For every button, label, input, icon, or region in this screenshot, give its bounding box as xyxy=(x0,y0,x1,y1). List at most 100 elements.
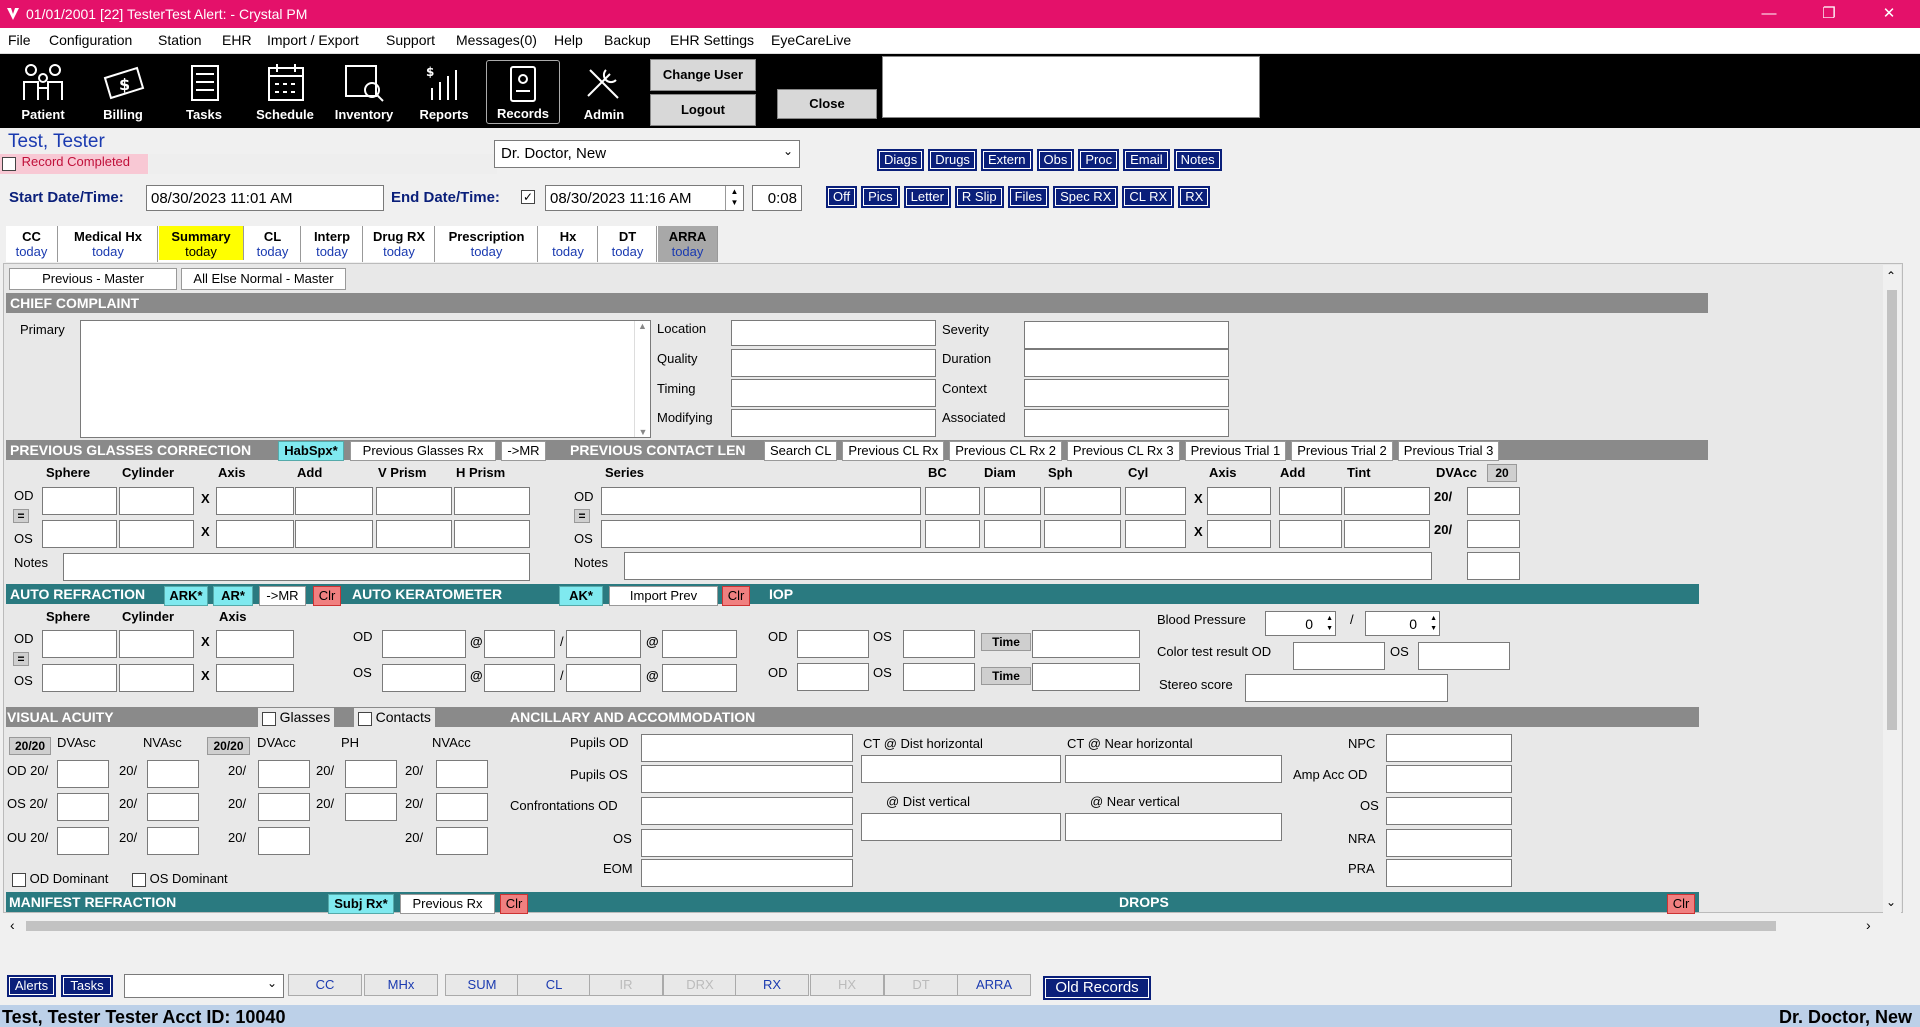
footer-tab-cl[interactable]: CL xyxy=(517,974,591,996)
ar-os-field-0[interactable] xyxy=(42,664,117,692)
quick-extern-button[interactable]: Extern xyxy=(980,149,1033,171)
associated-input[interactable] xyxy=(1024,409,1229,437)
ar-od-field-0[interactable] xyxy=(42,630,117,658)
tab-prescription[interactable]: Prescription today xyxy=(436,226,538,262)
glasses-os-field-3[interactable] xyxy=(295,520,373,548)
stereo-score-input[interactable] xyxy=(1245,674,1448,702)
bp-systolic-input[interactable]: 0 ▲ ▼ xyxy=(1265,611,1336,636)
eom-input[interactable] xyxy=(641,859,853,887)
cl-od-field-7[interactable] xyxy=(1344,487,1430,515)
glasses-os-field-5[interactable] xyxy=(454,520,530,548)
end-date-input[interactable]: 08/30/2023 11:16 AM ▲ ▼ xyxy=(545,185,744,211)
location-input[interactable] xyxy=(731,320,936,346)
cl-od-field-6[interactable] xyxy=(1279,487,1342,515)
iop-od-input[interactable] xyxy=(797,630,869,658)
footer-tab-dt[interactable]: DT xyxy=(884,974,958,996)
ak-od-field-1[interactable] xyxy=(484,630,555,658)
glasses-os-field-2[interactable] xyxy=(216,520,294,548)
amp-acc-os-input[interactable] xyxy=(1386,797,1512,825)
footer-select[interactable]: ⌄ xyxy=(124,974,284,998)
cl-notes-input[interactable] xyxy=(624,552,1432,580)
glasses-notes-input[interactable] xyxy=(63,553,530,581)
glasses-toggle[interactable]: Glasses xyxy=(258,708,335,727)
habspx-button[interactable]: HabSpx* xyxy=(278,441,344,461)
tab-hx[interactable]: Hx today xyxy=(539,226,598,262)
context-input[interactable] xyxy=(1024,379,1229,407)
previous-master-button[interactable]: Previous - Master xyxy=(9,268,177,290)
ak-od-field-3[interactable] xyxy=(662,630,737,658)
cl-od-field-0[interactable] xyxy=(601,487,921,515)
ak-os-field-3[interactable] xyxy=(662,664,737,692)
confrontations-os-input[interactable] xyxy=(641,829,853,857)
os-dominant-checkbox[interactable] xyxy=(132,872,146,887)
quick-letter-button[interactable]: Letter xyxy=(903,186,951,208)
tab-interp[interactable]: Interp today xyxy=(302,226,363,262)
ar-copy-button[interactable]: = xyxy=(13,652,29,666)
quick-obs-button[interactable]: Obs xyxy=(1036,149,1075,171)
va-ph-0[interactable] xyxy=(345,760,397,788)
change-user-button[interactable]: Change User xyxy=(650,59,756,91)
footer-tab-hx[interactable]: HX xyxy=(810,974,884,996)
tab-cc[interactable]: CC today xyxy=(6,226,58,262)
va-nvacc-2[interactable] xyxy=(436,827,488,855)
end-date-spinner[interactable]: ▲ ▼ xyxy=(725,186,743,210)
glasses-od-field-1[interactable] xyxy=(119,487,194,515)
ak-od-field-2[interactable] xyxy=(566,630,641,658)
va-nvasc-2[interactable] xyxy=(147,827,199,855)
logout-button[interactable]: Logout xyxy=(650,94,756,126)
contacts-toggle[interactable]: Contacts xyxy=(354,708,435,727)
ak-od-field-0[interactable] xyxy=(382,630,466,658)
va-2020-button[interactable]: 20/20 xyxy=(9,737,51,755)
primary-complaint-textarea[interactable]: ▲ ▼ xyxy=(80,320,651,438)
scroll-down-icon[interactable]: ⌄ xyxy=(1886,895,1896,909)
cl-os-dvacc-input[interactable] xyxy=(1467,520,1520,548)
iop-time2-input[interactable] xyxy=(1032,663,1140,691)
quick-email-button[interactable]: Email xyxy=(1123,149,1170,171)
timing-input[interactable] xyxy=(731,379,936,407)
color-test-od-input[interactable] xyxy=(1293,642,1385,670)
ar-button[interactable]: AR* xyxy=(213,586,253,606)
va-dvasc-2[interactable] xyxy=(57,827,109,855)
menu-messages[interactable]: Messages(0) xyxy=(456,32,537,48)
va-nvacc-1[interactable] xyxy=(436,793,488,821)
close-button[interactable]: Close xyxy=(777,89,877,119)
menu-eyecarelive[interactable]: EyeCareLive xyxy=(771,32,851,48)
ak-button[interactable]: AK* xyxy=(559,586,603,606)
od-dominant-checkbox[interactable] xyxy=(12,872,26,887)
scroll-thumb[interactable] xyxy=(1887,290,1897,730)
iop-time-button[interactable]: Time xyxy=(981,633,1031,651)
cl-previous-trial-1-button[interactable]: Previous Trial 1 xyxy=(1184,441,1287,461)
glasses-od-field-5[interactable] xyxy=(454,487,530,515)
cl-previous-cl-rx-button[interactable]: Previous CL Rx xyxy=(842,441,945,461)
footer-tab-arra[interactable]: ARRA xyxy=(957,974,1031,996)
os-dominant[interactable]: OS Dominant xyxy=(132,871,228,887)
quick-diags-button[interactable]: Diags xyxy=(877,149,925,171)
glasses-od-field-3[interactable] xyxy=(295,487,373,515)
quick-off-button[interactable]: Off xyxy=(826,186,858,208)
horizontal-scrollbar[interactable]: ‹ › xyxy=(4,917,1884,935)
pra-input[interactable] xyxy=(1386,859,1512,887)
cl-search-cl-button[interactable]: Search CL xyxy=(764,441,838,461)
end-date-checkbox[interactable]: ✓ xyxy=(521,190,535,204)
cl-os-field-1[interactable] xyxy=(925,520,980,548)
start-date-input[interactable]: 08/30/2023 11:01 AM xyxy=(146,185,384,211)
tasks-button[interactable]: Tasks xyxy=(169,60,239,124)
ar-clear-button[interactable]: Clr xyxy=(313,586,341,606)
bp-diastolic-input[interactable]: 0 ▲ ▼ xyxy=(1365,611,1440,636)
cl-os-field-2[interactable] xyxy=(984,520,1041,548)
cl-previous-trial-3-button[interactable]: Previous Trial 3 xyxy=(1397,441,1500,461)
ak-os-field-0[interactable] xyxy=(382,664,466,692)
cl-os-field-7[interactable] xyxy=(1344,520,1430,548)
va-ph-1[interactable] xyxy=(345,793,397,821)
footer-tab-drx[interactable]: DRX xyxy=(663,974,737,996)
quick-pics-button[interactable]: Pics xyxy=(861,186,900,208)
cl-od-field-1[interactable] xyxy=(925,487,980,515)
menu-backup[interactable]: Backup xyxy=(604,32,651,48)
cl-od-field-5[interactable] xyxy=(1207,487,1271,515)
quick-spec-rx-button[interactable]: Spec RX xyxy=(1053,186,1119,208)
va-dvacc-2[interactable] xyxy=(258,827,310,855)
patient-button[interactable]: Patient xyxy=(8,60,78,124)
bp-diastolic-spinner[interactable]: ▲ ▼ xyxy=(1430,614,1437,634)
admin-button[interactable]: Admin xyxy=(569,60,639,124)
records-button[interactable]: Records xyxy=(486,60,560,124)
